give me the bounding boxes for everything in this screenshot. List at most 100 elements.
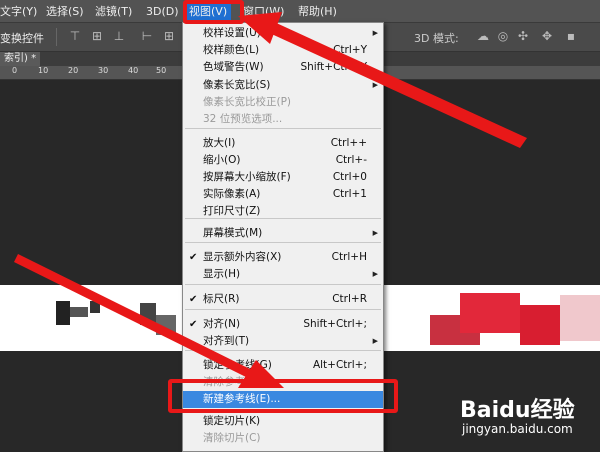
menu-item-label: 对齐(N): [203, 318, 241, 330]
menu-item-shortcut: Shift+Ctrl+;: [303, 318, 367, 330]
menu-item-proof-colors[interactable]: 校样颜色(L) Ctrl+Y: [183, 42, 383, 59]
menu-item-fit-on-screen[interactable]: 按屏幕大小缩放(F) Ctrl+0: [183, 169, 383, 186]
menu-item-label: 显示额外内容(X): [203, 251, 282, 263]
menu-item-clear-slices: 清除切片(C): [183, 430, 383, 447]
align-vcenter-icon[interactable]: ⊞: [90, 29, 104, 43]
submenu-arrow-icon: ▶: [372, 81, 378, 89]
ruler-tick: 10: [38, 66, 49, 75]
menu-help[interactable]: 帮助(H): [298, 4, 337, 19]
menu-item-show[interactable]: 显示(H) ▶: [183, 266, 383, 283]
menu-item-gamut-warning[interactable]: 色域警告(W) Shift+Ctrl+Y: [183, 59, 383, 76]
menu-item-lock-guides[interactable]: 锁定参考线(G) Alt+Ctrl+;: [183, 357, 383, 374]
pixelated-text-block: [56, 301, 70, 325]
menu-separator: [185, 350, 381, 351]
menu-item-shortcut: Shift+Ctrl+Y: [300, 61, 367, 73]
menu-separator: [185, 128, 381, 129]
menu-3d[interactable]: 3D(D): [146, 4, 179, 19]
pixelated-text-block: [90, 301, 100, 313]
menu-item-shortcut: Ctrl+R: [332, 293, 367, 305]
menu-item-shortcut: Ctrl+Y: [333, 44, 367, 56]
menu-item-label: 缩小(O): [203, 154, 241, 166]
pixelated-red-image: [560, 295, 600, 341]
baidu-logo: Baidu经验: [460, 398, 575, 423]
menu-item-label: 对齐到(T): [203, 335, 250, 347]
menu-item-label: 清除切片(C): [203, 432, 261, 444]
pixelated-text-block: [156, 315, 176, 335]
3d-roll-icon[interactable]: ◎: [496, 29, 510, 43]
menu-item-label: 实际像素(A): [203, 188, 261, 200]
menu-item-shortcut: Ctrl+-: [335, 154, 367, 166]
annotation-box-view-menu: [183, 0, 244, 24]
menu-item-show-extras[interactable]: ✔ 显示额外内容(X) Ctrl+H: [183, 249, 383, 266]
menu-separator: [185, 218, 381, 219]
3d-rotate-icon[interactable]: ☁: [476, 29, 490, 43]
menu-item-pixel-aspect-ratio[interactable]: 像素长宽比(S) ▶: [183, 77, 383, 94]
watermark-url: jingyan.baidu.com: [462, 422, 573, 436]
separator: [56, 28, 57, 46]
menu-item-actual-pixels[interactable]: 实际像素(A) Ctrl+1: [183, 186, 383, 203]
menu-window[interactable]: 窗口(W): [243, 4, 284, 19]
menu-separator: [185, 309, 381, 310]
menu-item-label: 32 位预览选项...: [203, 113, 283, 125]
3d-slide-icon[interactable]: ✥: [540, 29, 554, 43]
menu-item-shortcut: Ctrl+0: [332, 171, 367, 183]
ruler-tick: 50: [156, 66, 167, 75]
menu-item-shortcut: Ctrl++: [330, 137, 367, 149]
menu-item-zoom-out[interactable]: 缩小(O) Ctrl+-: [183, 152, 383, 169]
submenu-arrow-icon: ▶: [372, 270, 378, 278]
submenu-arrow-icon: ▶: [372, 229, 378, 237]
3d-scale-icon[interactable]: ▪: [564, 29, 578, 43]
ruler-tick: 20: [68, 66, 79, 75]
3d-mode-label: 3D 模式:: [414, 32, 459, 45]
menu-separator: [185, 242, 381, 243]
pixelated-text-block: [140, 303, 156, 325]
menu-item-label: 屏幕模式(M): [203, 227, 263, 239]
menu-item-shortcut: Alt+Ctrl+;: [312, 359, 367, 371]
menu-item-screen-mode[interactable]: 屏幕模式(M) ▶: [183, 225, 383, 242]
menu-type[interactable]: 文字(Y): [0, 4, 37, 19]
checkmark-icon: ✔: [189, 319, 198, 330]
menu-item-label: 锁定参考线(G): [203, 359, 272, 371]
ruler-tick: 40: [128, 66, 139, 75]
align-hcenter-icon[interactable]: ⊞: [162, 29, 176, 43]
menu-item-label: 色域警告(W): [203, 61, 264, 73]
menu-item-pixel-aspect-correction: 像素长宽比校正(P): [183, 94, 383, 111]
align-bottom-icon[interactable]: ⊥: [112, 29, 126, 43]
menu-filter[interactable]: 滤镜(T): [95, 4, 132, 19]
menu-item-shortcut: Ctrl+H: [331, 251, 367, 263]
menu-item-snap[interactable]: ✔ 对齐(N) Shift+Ctrl+;: [183, 316, 383, 333]
menu-item-lock-slices[interactable]: 锁定切片(K): [183, 413, 383, 430]
menu-item-label: 像素长宽比校正(P): [203, 96, 292, 108]
annotation-box-new-guide: [168, 379, 398, 413]
align-left-icon[interactable]: ⊢: [140, 29, 154, 43]
menu-item-proof-setup[interactable]: 校样设置(U) ▶: [183, 25, 383, 42]
checkmark-icon: ✔: [189, 252, 198, 263]
pixelated-red-image: [520, 305, 560, 345]
menu-bar: 文字(Y) 选择(S) 滤镜(T) 3D(D) 视图(V) 窗口(W) 帮助(H…: [0, 0, 600, 23]
ruler-tick: 30: [98, 66, 109, 75]
menu-item-label: 按屏幕大小缩放(F): [203, 171, 291, 183]
pixelated-text-block: [70, 307, 88, 317]
menu-item-label: 放大(I): [203, 137, 236, 149]
baidu-watermark: Baidu经验 jingyan.baidu.com: [460, 392, 575, 436]
menu-item-label: 显示(H): [203, 268, 241, 280]
menu-item-zoom-in[interactable]: 放大(I) Ctrl++: [183, 135, 383, 152]
menu-item-snap-to[interactable]: 对齐到(T) ▶: [183, 333, 383, 350]
menu-item-label: 锁定切片(K): [203, 415, 261, 427]
menu-item-32bit-preview-options: 32 位预览选项...: [183, 111, 383, 128]
ruler-tick: 0: [12, 66, 18, 75]
menu-item-label: 校样颜色(L): [203, 44, 260, 56]
align-top-icon[interactable]: ⊤: [68, 29, 82, 43]
checkmark-icon: ✔: [189, 294, 198, 305]
pixelated-red-image: [460, 293, 520, 333]
menu-item-label: 标尺(R): [203, 293, 240, 305]
menu-item-rulers[interactable]: ✔ 标尺(R) Ctrl+R: [183, 291, 383, 308]
menu-item-shortcut: Ctrl+1: [332, 188, 367, 200]
menu-item-label: 像素长宽比(S): [203, 79, 271, 91]
submenu-arrow-icon: ▶: [372, 337, 378, 345]
document-tab[interactable]: 索引) *: [0, 52, 41, 66]
submenu-arrow-icon: ▶: [372, 29, 378, 37]
menu-select[interactable]: 选择(S): [46, 4, 84, 19]
transform-controls-label[interactable]: 变换控件: [0, 30, 44, 46]
3d-pan-icon[interactable]: ✣: [516, 29, 530, 43]
